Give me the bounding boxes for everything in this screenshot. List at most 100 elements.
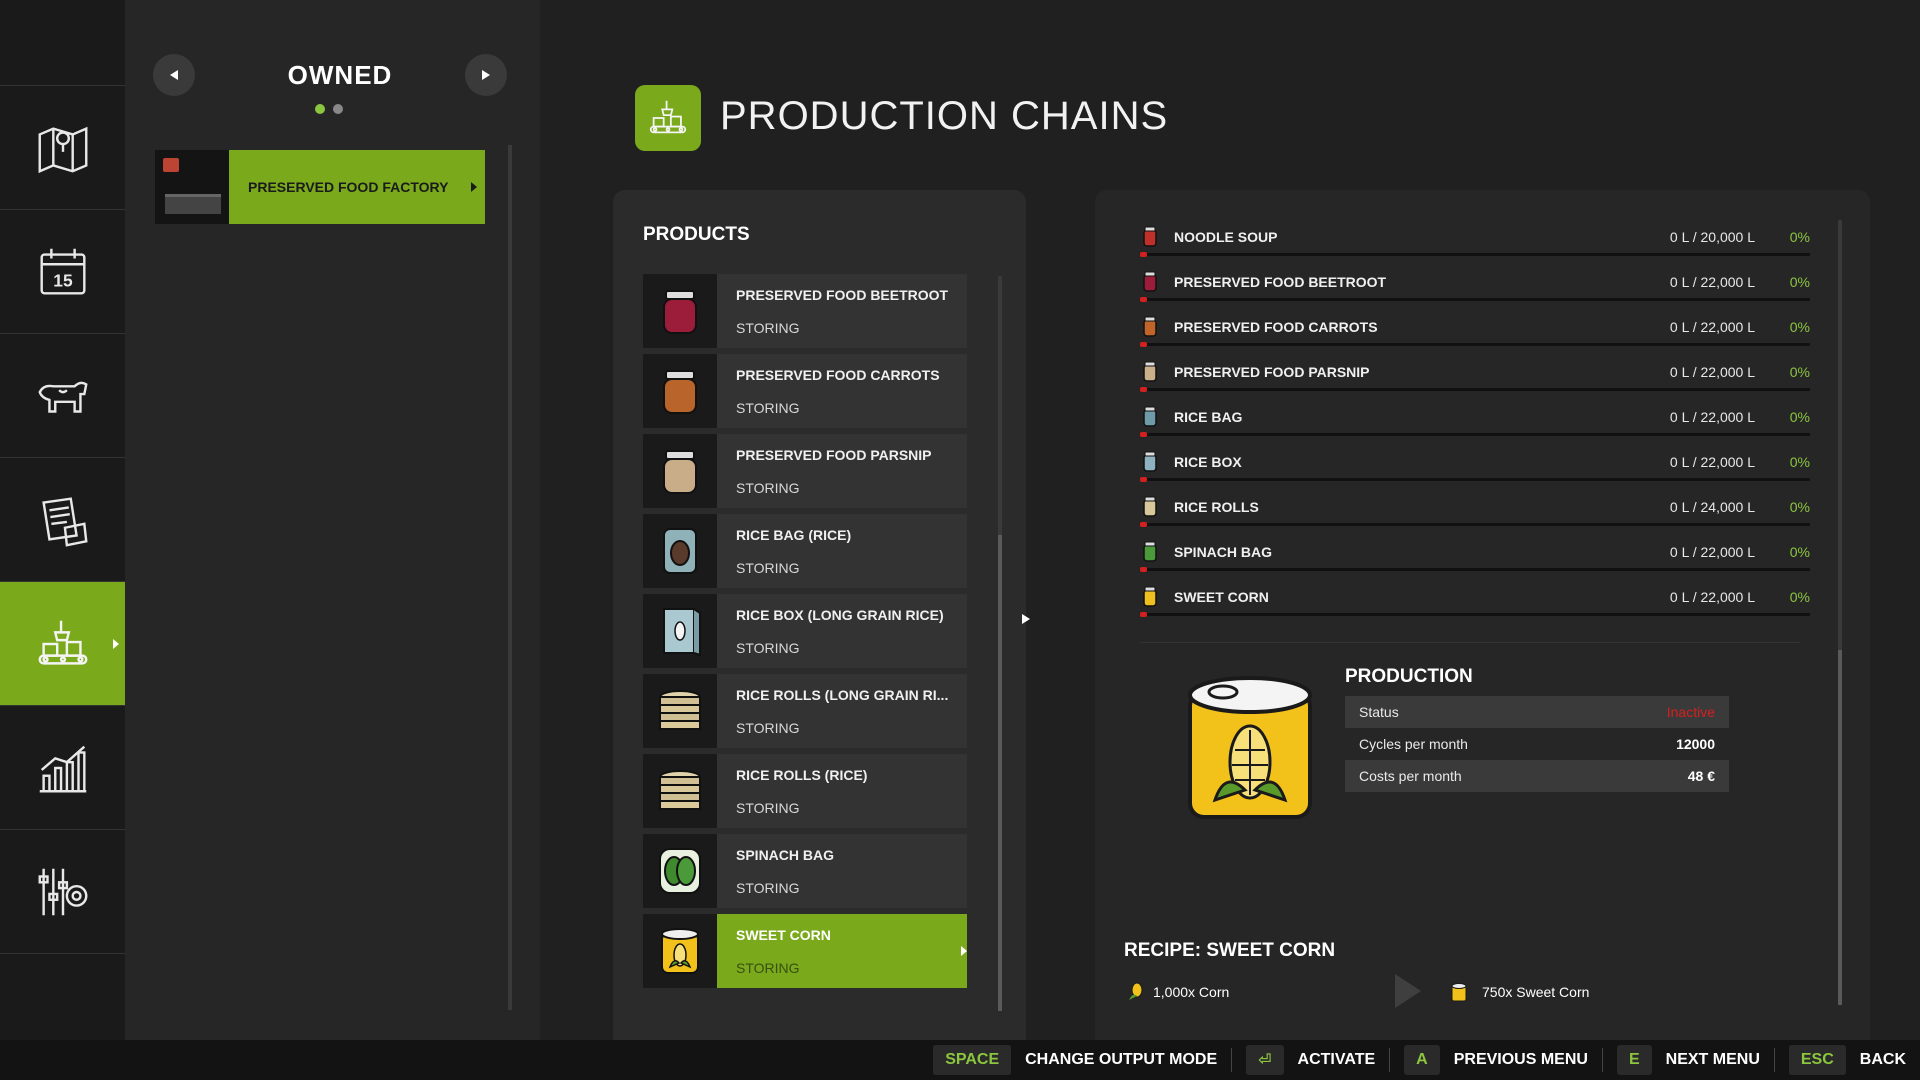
spinach-bag-icon	[643, 834, 717, 908]
status-label: Status	[1359, 704, 1399, 720]
product-status: STORING	[736, 559, 800, 576]
action-label: BACK	[1859, 1051, 1906, 1068]
owned-scrollbar[interactable]	[508, 145, 512, 1010]
storage-fill-bar	[1140, 612, 1810, 617]
footer-hints: SPACE CHANGE OUTPUT MODE ⏎ ACTIVATE A PREVIOU…	[0, 1040, 1920, 1080]
footer-action-button[interactable]: ESC BACK	[1788, 1045, 1906, 1075]
product-list-item[interactable]: RICE BAG (RICE) STORING	[643, 514, 967, 588]
statistics-icon	[39, 745, 86, 792]
storage-fill-bar	[1140, 522, 1810, 527]
storage-item-icon	[1143, 541, 1157, 562]
costs-value: 48 €	[1687, 768, 1715, 784]
storage-percent: 0%	[1789, 454, 1810, 470]
status-value: Inactive	[1666, 704, 1715, 720]
page-dot-2[interactable]	[333, 104, 343, 114]
rice-bag-icon	[643, 514, 717, 588]
storage-item-icon	[1143, 586, 1157, 607]
footer-action-button[interactable]: E NEXT MENU	[1616, 1045, 1760, 1075]
sidebar-item-calendar[interactable]: 15	[0, 210, 125, 334]
storage-fill-bar	[1140, 387, 1810, 392]
page-dot-1[interactable]	[315, 104, 325, 114]
product-status: STORING	[736, 319, 800, 336]
footer-separator	[1389, 1048, 1391, 1072]
owned-prev-button[interactable]	[153, 54, 195, 96]
owned-title: OWNED	[287, 60, 393, 90]
product-status: STORING	[736, 959, 800, 976]
storage-row: NOODLE SOUP 0 L / 20,000 L 0%	[1140, 226, 1810, 271]
storage-fill-bar	[1140, 477, 1810, 482]
beetroot-jar-icon	[643, 274, 717, 348]
storage-fill-bar	[1140, 432, 1810, 437]
storage-item-icon	[1143, 226, 1157, 247]
factory-building-icon	[165, 194, 221, 214]
product-list-item[interactable]: PRESERVED FOOD PARSNIP STORING	[643, 434, 967, 508]
storage-percent: 0%	[1789, 409, 1810, 425]
factory-logo-icon	[163, 158, 179, 172]
storage-percent: 0%	[1789, 499, 1810, 515]
product-name: RICE BOX (LONG GRAIN RICE)	[736, 606, 944, 623]
storage-item-icon	[1143, 406, 1157, 427]
product-name: PRESERVED FOOD BEETROOT	[736, 286, 949, 303]
production-section-title: PRODUCTION	[1345, 666, 1473, 687]
detail-panel: NOODLE SOUP 0 L / 20,000 L 0% PRESERVED …	[1095, 190, 1870, 1040]
parsnip-jar-icon	[643, 434, 717, 508]
product-status: STORING	[736, 639, 800, 656]
rice-rolls-icon	[643, 754, 717, 828]
products-scrollbar-thumb[interactable]	[998, 535, 1002, 1011]
storage-amount: 0 L / 22,000 L	[1669, 364, 1755, 380]
footer-separator	[1231, 1048, 1233, 1072]
storage-percent: 0%	[1789, 364, 1810, 380]
storage-name: SPINACH BAG	[1174, 544, 1273, 560]
main-sidebar: 15	[0, 0, 135, 1040]
product-status: STORING	[736, 399, 800, 416]
product-list-item[interactable]: SWEET CORN STORING	[643, 914, 967, 988]
corn-icon	[1129, 982, 1143, 1000]
key-hint: A	[1404, 1045, 1440, 1075]
footer-action-button[interactable]: SPACE CHANGE OUTPUT MODE	[933, 1045, 1217, 1075]
storage-fill-bar	[1140, 567, 1810, 572]
sidebar-item-settings[interactable]	[0, 830, 125, 954]
sidebar-item-production[interactable]	[0, 582, 135, 706]
product-name: SPINACH BAG	[736, 846, 835, 863]
production-row-costs: Costs per month 48 €	[1345, 760, 1729, 792]
product-list-item[interactable]: RICE ROLLS (RICE) STORING	[643, 754, 967, 828]
product-name: RICE ROLLS (LONG GRAIN RI...	[736, 686, 949, 703]
rice-box-icon	[643, 594, 717, 668]
factory-label: PRESERVED FOOD FACTORY	[248, 179, 449, 195]
product-list-item[interactable]: SPINACH BAG STORING	[643, 834, 967, 908]
sweet-corn-can-icon	[1188, 676, 1312, 819]
production-table: Status Inactive Cycles per month 12000 C…	[1345, 696, 1729, 792]
storage-percent: 0%	[1789, 589, 1810, 605]
factory-thumbnail	[155, 150, 229, 224]
page-title: PRODUCTION CHAINS	[720, 94, 1169, 138]
storage-row: PRESERVED FOOD BEETROOT 0 L / 22,000 L 0…	[1140, 271, 1810, 316]
chevron-right-icon	[482, 70, 490, 80]
detail-scrollbar-thumb[interactable]	[1838, 650, 1842, 1005]
panel-expand-arrow-icon[interactable]	[1022, 614, 1030, 624]
storage-list: NOODLE SOUP 0 L / 20,000 L 0% PRESERVED …	[1140, 226, 1810, 631]
storage-fill-bar	[1140, 297, 1810, 302]
sidebar-item-animals[interactable]	[0, 334, 125, 458]
product-list-item[interactable]: PRESERVED FOOD CARROTS STORING	[643, 354, 967, 428]
recipe-arrow-icon	[1395, 974, 1421, 1008]
product-list-item[interactable]: RICE ROLLS (LONG GRAIN RI... STORING	[643, 674, 967, 748]
storage-fill-bar	[1140, 252, 1810, 257]
storage-name: RICE BAG	[1174, 409, 1243, 425]
sidebar-item-contracts[interactable]	[0, 458, 125, 582]
key-hint: ESC	[1788, 1045, 1846, 1075]
product-list-item[interactable]: PRESERVED FOOD BEETROOT STORING	[643, 274, 967, 348]
footer-action-button[interactable]: A PREVIOUS MENU	[1404, 1045, 1588, 1075]
sidebar-item-statistics[interactable]	[0, 706, 125, 830]
storage-name: RICE BOX	[1174, 454, 1242, 470]
product-status: STORING	[736, 479, 800, 496]
storage-item-icon	[1143, 496, 1157, 517]
sidebar-item-map[interactable]	[0, 86, 125, 210]
storage-row: RICE ROLLS 0 L / 24,000 L 0%	[1140, 496, 1810, 541]
recipe-input-label: 1,000x Corn	[1153, 984, 1230, 1000]
storage-item-icon	[1143, 271, 1157, 292]
product-name: PRESERVED FOOD CARROTS	[736, 366, 940, 383]
factory-list-item[interactable]: PRESERVED FOOD FACTORY	[155, 150, 485, 224]
owned-next-button[interactable]	[465, 54, 507, 96]
product-list-item[interactable]: RICE BOX (LONG GRAIN RICE) STORING	[643, 594, 967, 668]
footer-action-button[interactable]: ⏎ ACTIVATE	[1246, 1045, 1375, 1075]
